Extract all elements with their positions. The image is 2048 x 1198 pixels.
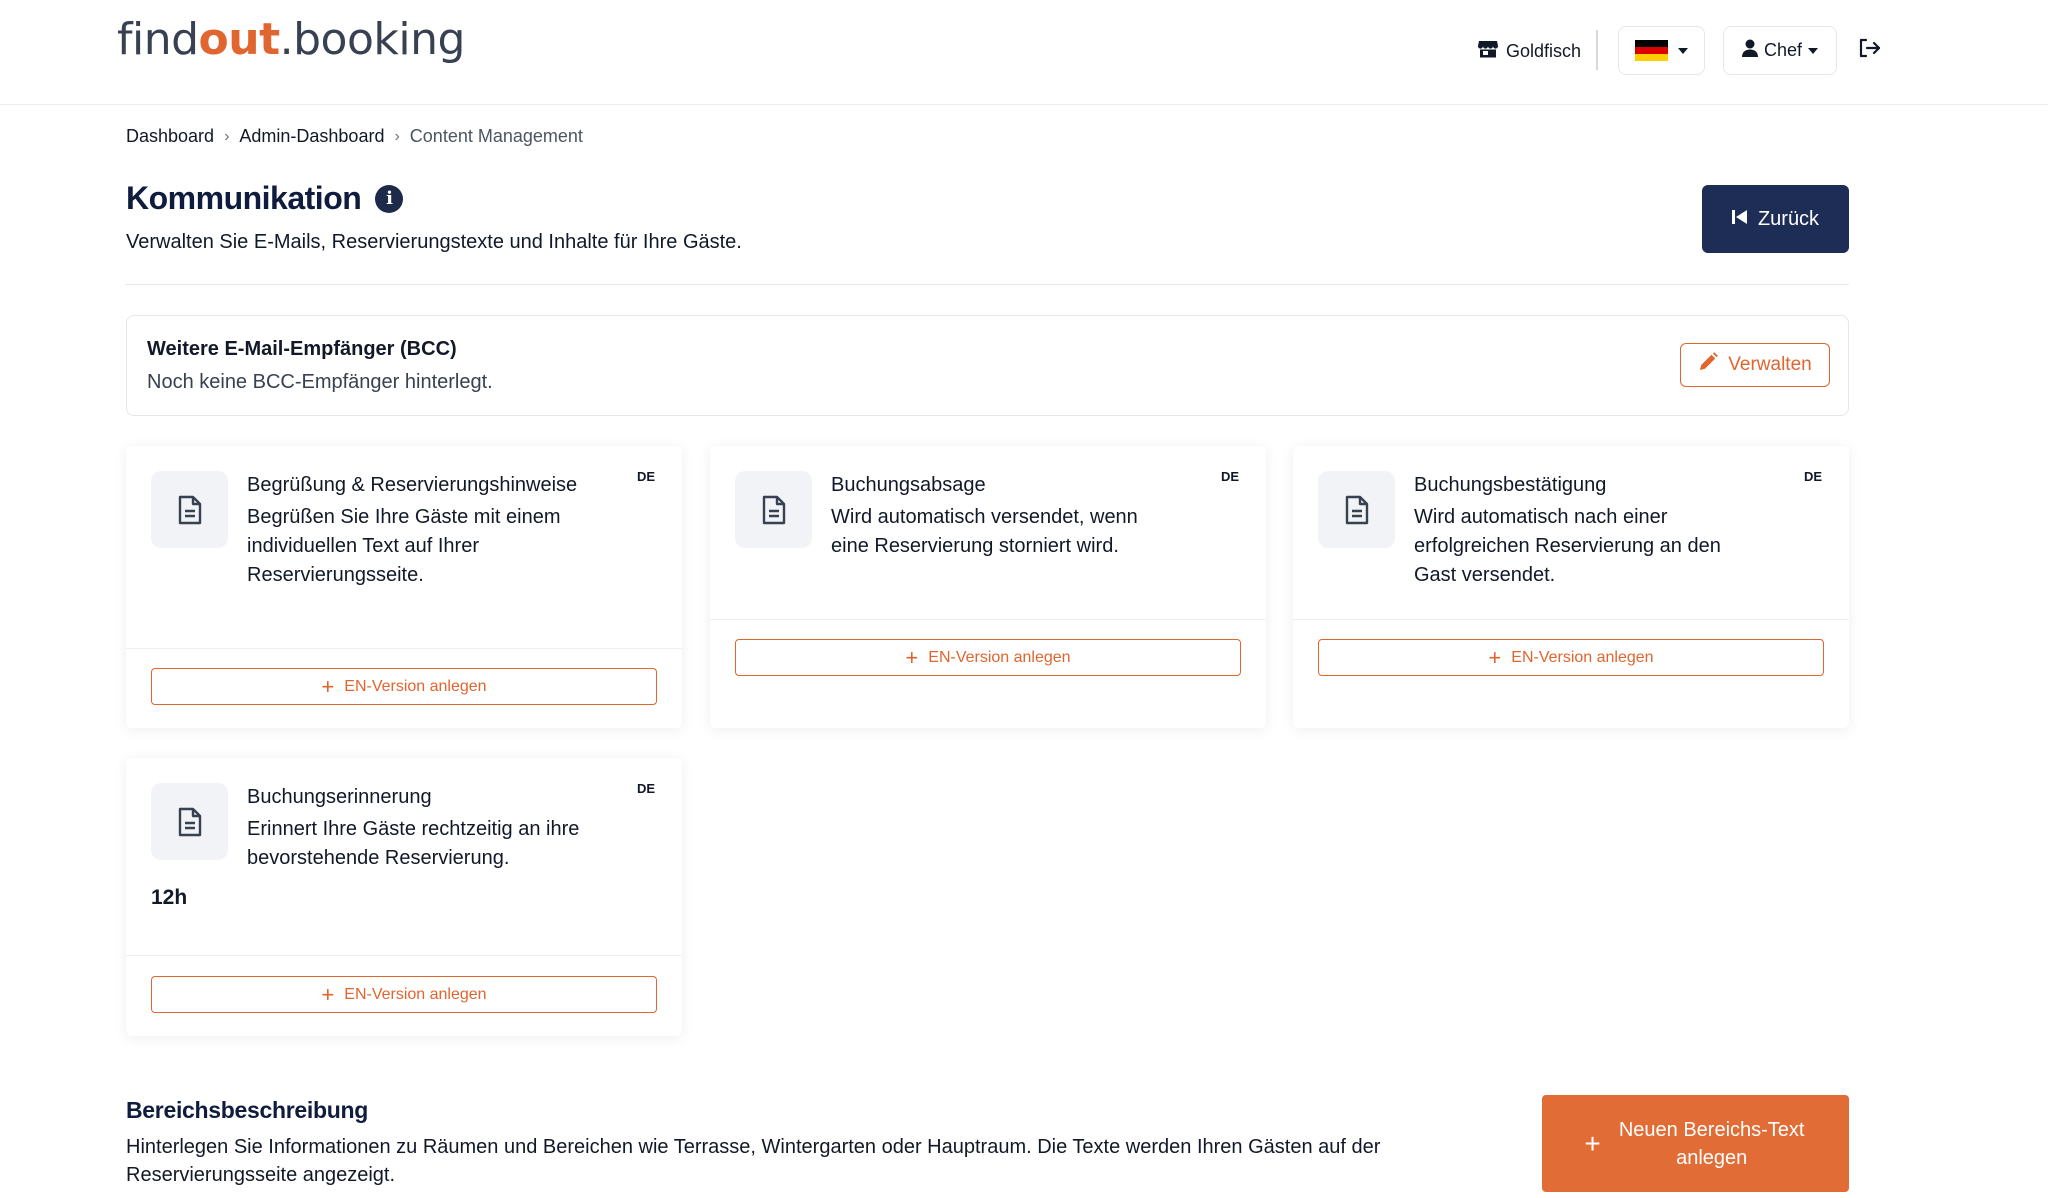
document-icon	[151, 783, 228, 860]
template-description: Wird automatisch versendet, wenn eine Re…	[831, 506, 1138, 557]
document-icon	[151, 471, 228, 548]
card-divider	[126, 955, 682, 956]
user-label: Chef	[1763, 40, 1803, 60]
logout-button[interactable]	[1855, 36, 1883, 64]
create-en-version-button[interactable]: + EN-Version anlegen	[1318, 639, 1824, 676]
template-card-cancellation[interactable]: Buchungsabsage Wird automatisch versende…	[710, 446, 1266, 728]
plus-icon: +	[905, 644, 919, 670]
logo-text-booking: .booking	[279, 14, 466, 65]
user-dropdown[interactable]: Chef	[1723, 26, 1837, 75]
document-icon	[735, 471, 812, 548]
area-section-title: Bereichsbeschreibung	[126, 1097, 368, 1123]
manage-bcc-label: Verwalten	[1728, 354, 1812, 375]
bcc-card: Weitere E-Mail-Empfänger (BCC) Noch kein…	[126, 315, 1849, 416]
skip-back-icon	[1731, 208, 1748, 231]
template-card-confirmation[interactable]: Buchungsbestätigung Wird automatisch nac…	[1293, 446, 1849, 728]
create-en-version-label: EN-Version anlegen	[344, 985, 487, 1003]
template-description: Wird automatisch nach einer erfolgreiche…	[1414, 506, 1721, 586]
manage-bcc-button[interactable]: Verwalten	[1680, 343, 1830, 387]
card-divider	[126, 648, 682, 649]
template-card-greeting[interactable]: Begrüßung & Reservierungshinweise Begrüß…	[126, 446, 682, 728]
create-en-version-button[interactable]: + EN-Version anlegen	[151, 976, 657, 1013]
user-icon	[1741, 39, 1758, 62]
brand-logo[interactable]: findout.booking	[117, 14, 465, 65]
template-title: Buchungsbestätigung	[1414, 474, 1607, 496]
back-button[interactable]: Zurück	[1702, 185, 1849, 253]
de-flag-icon	[1635, 39, 1668, 62]
breadcrumb-current: Content Management	[409, 126, 583, 146]
breadcrumb-separator: ›	[224, 127, 230, 145]
breadcrumb: Dashboard › Admin-Dashboard › Content Ma…	[126, 126, 583, 147]
page-subtitle: Verwalten Sie E-Mails, Reservierungstext…	[126, 231, 742, 253]
card-divider	[1293, 619, 1849, 620]
logo-text-out: out	[198, 14, 281, 65]
plus-icon: +	[321, 673, 335, 699]
create-en-version-button[interactable]: + EN-Version anlegen	[151, 668, 657, 705]
restaurant-selector[interactable]: Goldfisch	[1478, 38, 1581, 64]
breadcrumb-item-dashboard[interactable]: Dashboard	[126, 126, 214, 147]
language-badge: DE	[1803, 469, 1822, 484]
card-divider	[710, 619, 1266, 620]
language-badge: DE	[636, 781, 655, 796]
create-en-version-button[interactable]: + EN-Version anlegen	[735, 639, 1241, 676]
template-description: Begrüßen Sie Ihre Gäste mit einem indivi…	[247, 506, 561, 586]
back-button-label: Zurück	[1757, 207, 1820, 230]
language-badge: DE	[636, 469, 655, 484]
reminder-lead-time: 12h	[151, 886, 188, 909]
language-badge: DE	[1220, 469, 1239, 484]
header-divider	[1596, 30, 1598, 70]
create-en-version-label: EN-Version anlegen	[928, 648, 1071, 666]
template-card-reminder[interactable]: Buchungserinnerung Erinnert Ihre Gäste r…	[126, 758, 682, 1036]
new-area-text-button[interactable]: + Neuen Bereichs-Text anlegen	[1542, 1095, 1849, 1192]
chevron-down-icon	[1808, 47, 1819, 54]
template-title: Begrüßung & Reservierungshinweise	[247, 474, 578, 496]
create-en-version-label: EN-Version anlegen	[1511, 648, 1654, 666]
top-navbar: findout.booking Goldfisch Chef	[0, 0, 2048, 105]
chevron-down-icon	[1678, 47, 1688, 54]
page-title-text: Kommunikation	[126, 180, 362, 216]
restaurant-name: Goldfisch	[1506, 40, 1582, 61]
language-dropdown[interactable]	[1618, 26, 1705, 75]
pencil-icon	[1698, 352, 1719, 378]
plus-icon: +	[1488, 644, 1502, 670]
info-icon[interactable]: i	[375, 184, 404, 213]
document-icon	[1318, 471, 1395, 548]
plus-icon: +	[321, 981, 335, 1007]
area-section-description: Hinterlegen Sie Informationen zu Räumen …	[126, 1136, 1381, 1186]
logo-text-find: find	[117, 14, 199, 65]
logout-icon	[1858, 38, 1881, 63]
template-title: Buchungserinnerung	[247, 786, 432, 808]
breadcrumb-separator: ›	[394, 127, 400, 145]
template-title: Buchungsabsage	[831, 474, 986, 496]
store-icon	[1478, 40, 1498, 63]
bcc-description: Noch keine BCC-Empfänger hinterlegt.	[147, 371, 493, 393]
page-title: Kommunikation i	[126, 180, 404, 217]
new-area-text-label: Neuen Bereichs-Text anlegen	[1618, 1118, 1805, 1169]
breadcrumb-item-admin-dashboard[interactable]: Admin-Dashboard	[239, 126, 384, 147]
template-description: Erinnert Ihre Gäste rechtzeitig an ihre …	[247, 818, 580, 869]
plus-icon: +	[1584, 1127, 1601, 1159]
title-divider	[126, 284, 1849, 285]
bcc-title: Weitere E-Mail-Empfänger (BCC)	[147, 338, 457, 360]
create-en-version-label: EN-Version anlegen	[344, 677, 487, 695]
